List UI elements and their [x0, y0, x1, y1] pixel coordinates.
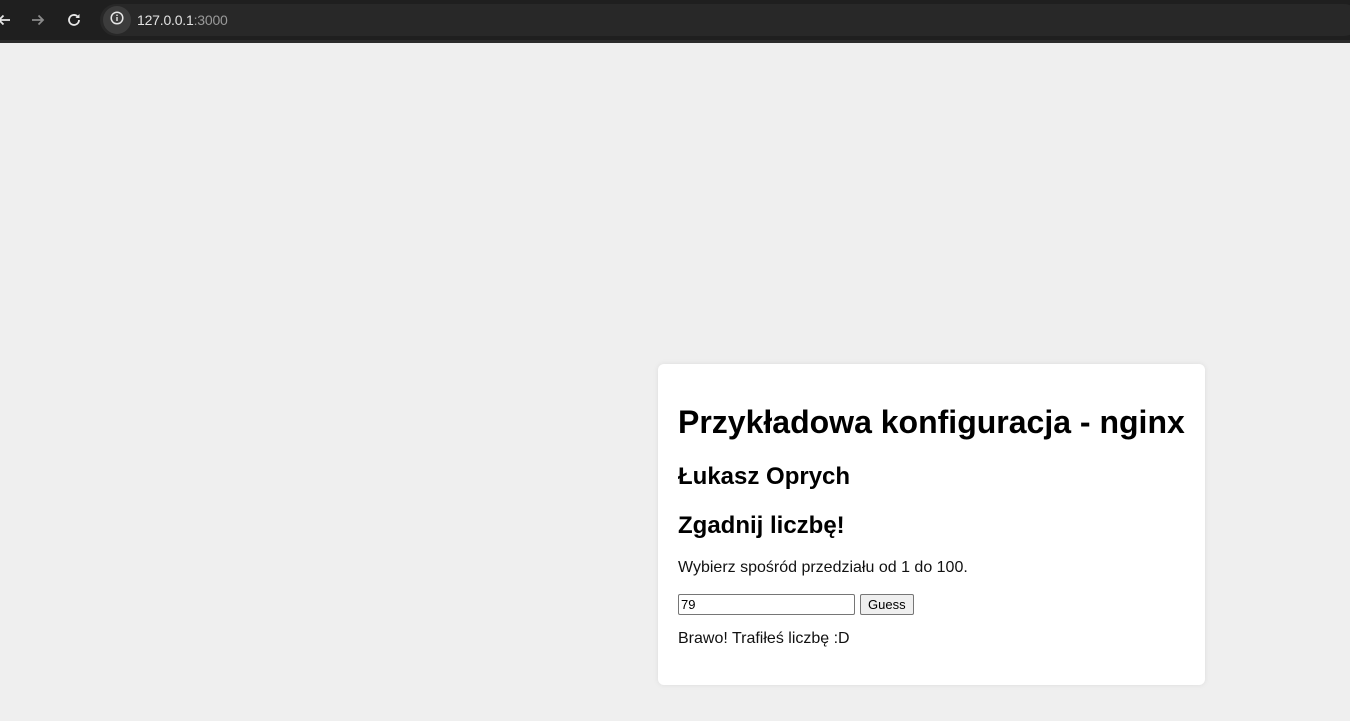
forward-button[interactable]	[26, 8, 50, 32]
info-icon	[110, 10, 124, 30]
game-card: Przykładowa konfiguracja - nginx Łukasz …	[658, 364, 1205, 685]
url-text: 127.0.0.1:3000	[137, 12, 228, 28]
url-host: 127.0.0.1	[137, 12, 194, 28]
guess-button[interactable]: Guess	[860, 594, 914, 615]
reload-icon	[66, 12, 82, 28]
result-message: Brawo! Trafiłeś liczbę :D	[678, 630, 850, 647]
instructions-text: Wybierz spośród przedziału od 1 do 100.	[678, 559, 968, 576]
site-info-button[interactable]	[103, 6, 131, 34]
arrow-right-icon	[30, 12, 46, 28]
arrow-left-icon	[0, 12, 12, 28]
back-button[interactable]	[0, 8, 16, 32]
url-port: :3000	[193, 12, 228, 28]
game-title: Zgadnij liczbę!	[678, 512, 845, 539]
author-name: Łukasz Oprych	[678, 463, 851, 490]
address-bar[interactable]: 127.0.0.1:3000	[100, 4, 1350, 36]
page-title: Przykładowa konfiguracja - nginx	[678, 404, 1185, 440]
reload-button[interactable]	[62, 8, 86, 32]
guess-input[interactable]	[678, 594, 855, 615]
browser-toolbar: 127.0.0.1:3000	[0, 0, 1350, 43]
